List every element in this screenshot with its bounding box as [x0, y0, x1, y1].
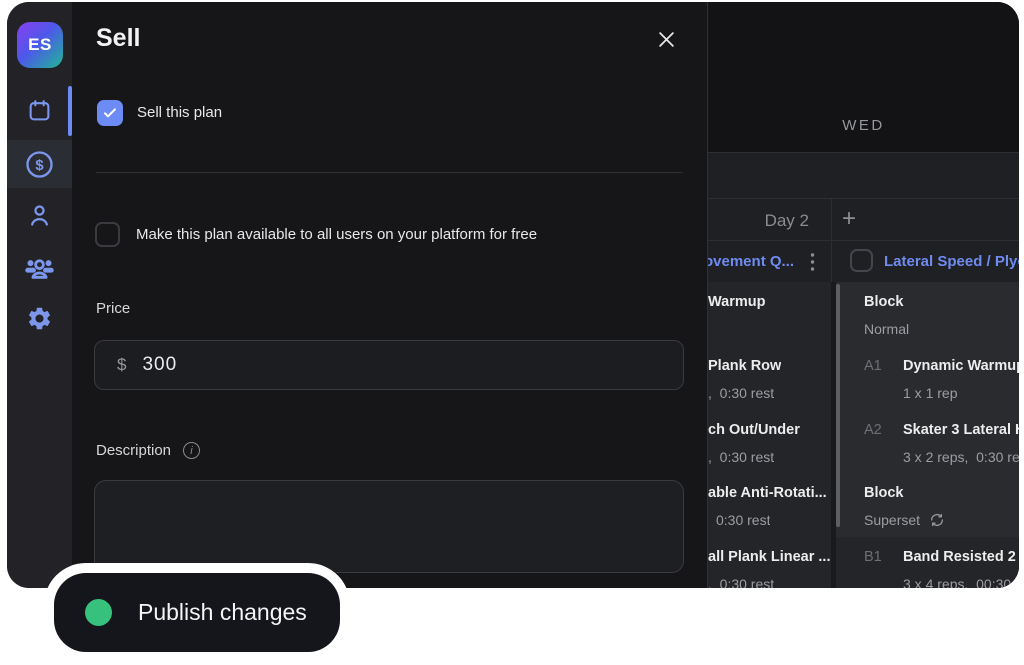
- sidebar-item-groups[interactable]: [7, 243, 72, 291]
- svg-text:$: $: [35, 157, 44, 173]
- day2-title-cell: Day 2: [708, 199, 832, 240]
- exercise-detail: 3 x 4 reps, 00:30 r: [903, 574, 1019, 588]
- exercise-rest: , 0:30 rest: [708, 574, 774, 588]
- exercise-rest: , 0:30 rest: [708, 383, 774, 403]
- description-label-row: Description i: [96, 442, 200, 459]
- close-icon[interactable]: [655, 28, 677, 50]
- exercise-name[interactable]: ch Out/Under: [708, 420, 800, 440]
- info-icon[interactable]: i: [183, 442, 200, 459]
- workspace-avatar[interactable]: ES: [17, 22, 63, 68]
- price-value: 300: [142, 354, 177, 376]
- toolbar-band: [708, 152, 1019, 198]
- dollar-circle-icon: $: [24, 149, 55, 180]
- block-type-label: Superset: [864, 510, 920, 530]
- person-icon: [26, 202, 53, 229]
- scrollbar-thumb[interactable]: [836, 284, 840, 527]
- exercise-name[interactable]: all Plank Linear ...: [708, 547, 831, 567]
- exercise-name[interactable]: Plank Row: [708, 356, 781, 376]
- day-header: WED: [708, 2, 1019, 152]
- planner-background: WED Day 2 + ovement Q... Lateral Speed /…: [708, 2, 1019, 588]
- status-dot-icon: [85, 599, 112, 626]
- exercise-detail: 3 x 2 reps, 0:30 res: [903, 447, 1019, 467]
- exercise-tag: A1: [864, 356, 882, 376]
- sidebar: ES $: [7, 2, 72, 588]
- group-icon: [24, 252, 55, 283]
- exercise-name[interactable]: Skater 3 Lateral Hop: [903, 420, 1019, 440]
- exercise-rest: 0:30 rest: [716, 510, 770, 530]
- right-workout-column: Block Normal A1 Dynamic Warmup 1 x 1 rep…: [836, 282, 1019, 588]
- currency-symbol: $: [117, 355, 126, 375]
- publish-changes-button[interactable]: Publish changes: [54, 573, 340, 652]
- exercise-tag: A2: [864, 420, 882, 440]
- add-workout-button[interactable]: +: [842, 206, 856, 232]
- calendar-icon: [27, 98, 52, 123]
- modal-title: Sell: [96, 24, 140, 53]
- right-workout-header: Lateral Speed / Plyo: [832, 241, 1019, 282]
- column-title-row: Day 2 +: [708, 198, 1019, 240]
- free-plan-checkbox[interactable]: [95, 222, 120, 247]
- exercise-name[interactable]: Dynamic Warmup: [903, 356, 1019, 376]
- free-plan-label: Make this plan available to all users on…: [136, 225, 537, 245]
- block-label: Block: [864, 292, 904, 312]
- workout-header-row: ovement Q... Lateral Speed / Plyo: [708, 240, 1019, 282]
- gear-icon: [26, 305, 53, 332]
- workout-checkbox[interactable]: [850, 249, 873, 272]
- superset-cycle-icon: [929, 512, 945, 528]
- block-type: Superset: [864, 510, 945, 530]
- sell-plan-label: Sell this plan: [137, 103, 222, 123]
- price-label: Price: [96, 300, 130, 317]
- workout-link-left[interactable]: ovement Q...: [704, 253, 804, 270]
- avatar-initials: ES: [28, 35, 52, 55]
- info-glyph: i: [190, 445, 192, 457]
- sidebar-item-calendar[interactable]: [7, 86, 72, 134]
- publish-changes-label: Publish changes: [138, 599, 307, 626]
- column-title: Day 2: [765, 211, 809, 231]
- exercise-name[interactable]: able Anti-Rotati...: [708, 483, 827, 503]
- description-textarea[interactable]: [94, 480, 684, 573]
- app-window: WED Day 2 + ovement Q... Lateral Speed /…: [7, 2, 1019, 588]
- block-type: Normal: [864, 319, 909, 339]
- exercise-name[interactable]: Band Resisted 2 Step: [903, 547, 1019, 567]
- exercise-name[interactable]: Warmup: [708, 292, 765, 312]
- sell-modal: Sell Sell this plan Make this plan avail…: [72, 2, 708, 588]
- add-cell: +: [832, 199, 1019, 240]
- sidebar-item-clients[interactable]: [7, 191, 72, 239]
- sell-plan-checkbox[interactable]: [97, 100, 123, 126]
- price-input[interactable]: $ 300: [94, 340, 684, 390]
- divider: [96, 172, 683, 173]
- checkmark-icon: [102, 105, 118, 121]
- exercise-tag: B1: [864, 547, 882, 567]
- workout-columns: Warmup Plank Row , 0:30 rest ch Out/Unde…: [708, 282, 1019, 588]
- description-label: Description: [96, 442, 171, 459]
- left-workout-column: Warmup Plank Row , 0:30 rest ch Out/Unde…: [708, 282, 831, 588]
- day-header-label: WED: [842, 117, 885, 134]
- sidebar-item-settings[interactable]: [7, 294, 72, 342]
- exercise-detail: 1 x 1 rep: [903, 383, 957, 403]
- left-workout-header: ovement Q...: [708, 241, 832, 282]
- kebab-menu-icon[interactable]: [810, 252, 815, 277]
- exercise-rest: , 0:30 rest: [708, 447, 774, 467]
- block-label: Block: [864, 483, 904, 503]
- sidebar-item-sales[interactable]: $: [7, 140, 72, 188]
- workout-link-right[interactable]: Lateral Speed / Plyo: [884, 253, 1019, 270]
